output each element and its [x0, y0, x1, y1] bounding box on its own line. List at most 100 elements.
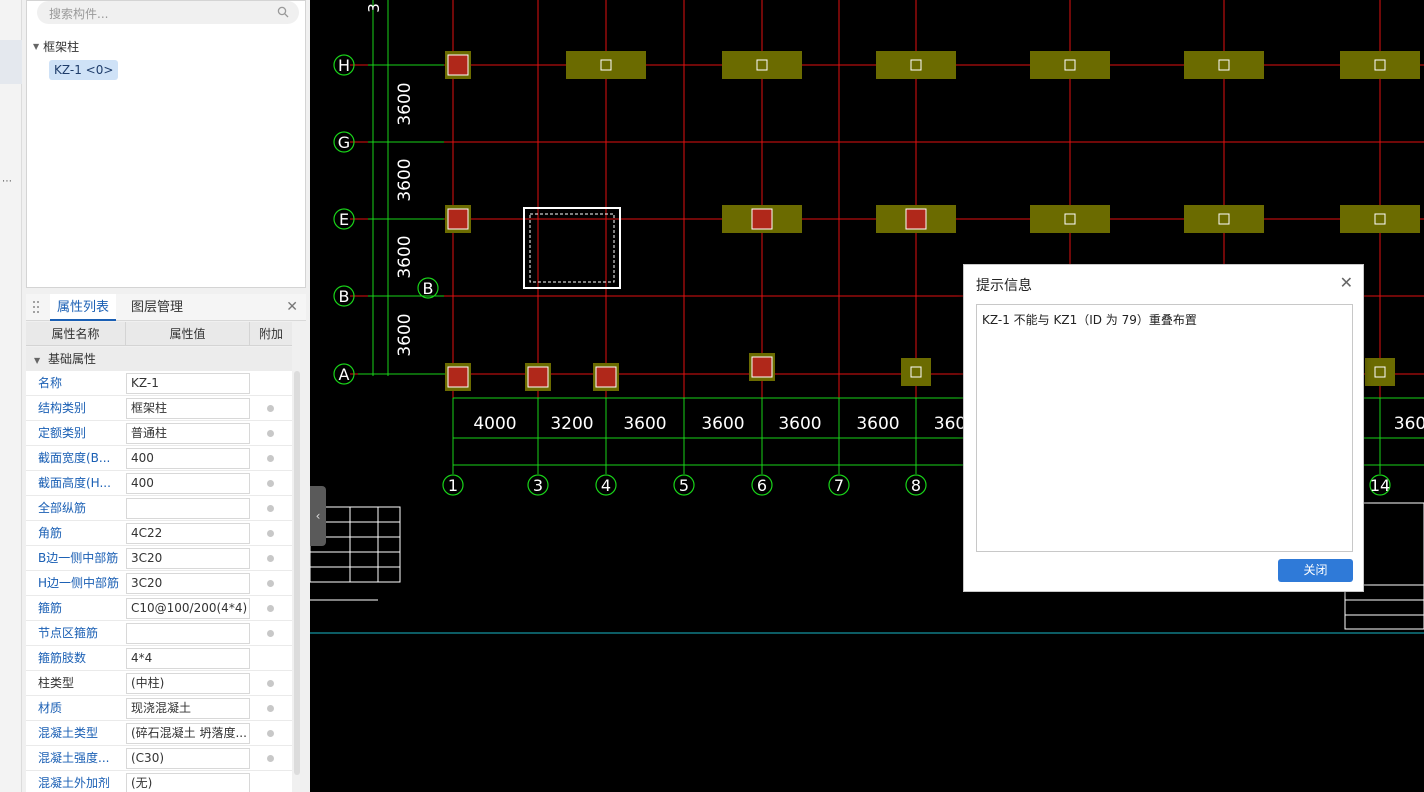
property-value-field[interactable]: (无) [126, 773, 250, 792]
partial-label: 3 [365, 3, 383, 13]
property-row: 角筋 4C22 [26, 521, 292, 546]
property-name: 箍筋肢数 [38, 651, 87, 665]
more-dots-icon[interactable]: ⋯ [2, 176, 12, 187]
row-axis-label: B [423, 279, 434, 298]
property-value-field[interactable]: (中柱) [126, 673, 250, 694]
property-value-field[interactable]: 4C22 [126, 523, 250, 544]
extra-checkbox[interactable] [267, 630, 274, 637]
dialog-message-box[interactable]: KZ-1 不能与 KZ1（ID 为 79）重叠布置 [976, 304, 1353, 552]
property-row: 节点区箍筋 [26, 621, 292, 646]
collapse-panel-button[interactable]: ‹ [310, 486, 326, 546]
property-value-field[interactable] [126, 498, 250, 519]
extra-checkbox[interactable] [267, 430, 274, 437]
selected-column-inner [529, 213, 615, 283]
property-table-header: 属性名称 属性值 附加 [26, 322, 292, 346]
property-name: 柱类型 [38, 676, 75, 690]
tab-layer-management[interactable]: 图层管理 [124, 294, 190, 321]
property-value-field[interactable]: 普通柱 [126, 423, 250, 444]
tree-group-frame-column[interactable]: ▼ 框架柱 [33, 38, 79, 55]
column-core [527, 366, 549, 388]
property-rows: 名称 KZ-1 结构类别 框架柱 定额类别 普通柱 截面宽度(B... 400 截面高度(H..… [26, 371, 292, 792]
extra-checkbox[interactable] [267, 555, 274, 562]
drag-grip-icon[interactable] [32, 300, 40, 314]
row-axis-label: A [339, 365, 350, 384]
property-row: 混凝土外加剂 (无) [26, 771, 292, 792]
extra-checkbox[interactable] [267, 755, 274, 762]
property-name: 名称 [38, 376, 63, 390]
property-value-field[interactable] [126, 623, 250, 644]
property-value-field[interactable]: (碎石混凝土 坍落度... [126, 723, 250, 744]
row-spacing-label: 3600 [395, 235, 415, 278]
column-pad [722, 51, 802, 79]
property-row: 柱类型 (中柱) [26, 671, 292, 696]
column-core [905, 208, 927, 230]
column-axis-label: 6 [757, 476, 767, 495]
property-row: 材质 现浇混凝土 [26, 696, 292, 721]
property-row: 箍筋肢数 4*4 [26, 646, 292, 671]
column-core [447, 366, 469, 388]
property-name: B边一侧中部筋 [38, 551, 119, 565]
property-name: 截面高度(H... [38, 476, 111, 490]
column-axis-label: 14 [1370, 476, 1390, 495]
column-core [595, 366, 617, 388]
header-extra: 附加 [258, 327, 283, 341]
column-pad [1340, 205, 1420, 233]
dialog-close-button[interactable]: 关闭 [1278, 559, 1353, 582]
property-value-field[interactable]: 3C20 [126, 573, 250, 594]
extra-checkbox[interactable] [267, 405, 274, 412]
search-icon[interactable] [277, 6, 289, 18]
column-pad [1184, 51, 1264, 79]
extra-checkbox[interactable] [267, 580, 274, 587]
tab-property-list[interactable]: 属性列表 [50, 294, 116, 321]
close-icon[interactable]: ✕ [286, 299, 298, 315]
extra-checkbox[interactable] [267, 505, 274, 512]
extra-checkbox[interactable] [267, 480, 274, 487]
extra-checkbox[interactable] [267, 730, 274, 737]
property-value-field[interactable]: C10@100/200(4*4) [126, 598, 250, 619]
property-row: 截面高度(H... 400 [26, 471, 292, 496]
property-name: 混凝土强度... [38, 751, 110, 765]
section-label: 基础属性 [47, 352, 96, 366]
dialog-message: KZ-1 不能与 KZ1（ID 为 79）重叠布置 [982, 313, 1197, 327]
left-toolbar-strip: ⋯ [0, 0, 22, 792]
property-section-basic[interactable]: ▼ 基础属性 [26, 347, 292, 371]
property-value-field[interactable]: 3C20 [126, 548, 250, 569]
property-name: 节点区箍筋 [38, 626, 99, 640]
property-value-field[interactable]: KZ-1 [126, 373, 250, 394]
left-toolbar-selected-item[interactable] [0, 40, 22, 84]
property-name: 截面宽度(B... [38, 451, 111, 465]
property-scrollbar[interactable] [294, 371, 300, 775]
column-core [751, 208, 773, 230]
extra-checkbox[interactable] [267, 530, 274, 537]
expand-triangle-icon[interactable]: ▼ [34, 356, 40, 365]
column-axis-label: 4 [601, 476, 611, 495]
property-value-field[interactable]: 400 [126, 473, 250, 494]
property-value-field[interactable]: (C30) [126, 748, 250, 769]
property-row: 箍筋 C10@100/200(4*4) [26, 596, 292, 621]
property-name: H边一侧中部筋 [38, 576, 120, 590]
property-row: B边一侧中部筋 3C20 [26, 546, 292, 571]
column-spacing-label: 3600 [623, 414, 666, 434]
tree-item-kz1[interactable]: KZ-1 <0> [49, 60, 119, 80]
property-value-field[interactable]: 400 [126, 448, 250, 469]
property-name: 定额类别 [38, 426, 87, 440]
property-value-field[interactable]: 框架柱 [126, 398, 250, 419]
property-value-field[interactable]: 4*4 [126, 648, 250, 669]
property-row: 名称 KZ-1 [26, 371, 292, 396]
row-axis-label: G [338, 133, 350, 152]
column-spacing-label: 3600 [701, 414, 744, 434]
property-row: 截面宽度(B... 400 [26, 446, 292, 471]
column-spacing-label: 3600 [778, 414, 821, 434]
extra-checkbox[interactable] [267, 680, 274, 687]
extra-checkbox[interactable] [267, 455, 274, 462]
property-value-field[interactable]: 现浇混凝土 [126, 698, 250, 719]
property-tab-bar: 属性列表 图层管理 ✕ [26, 294, 306, 321]
extra-checkbox[interactable] [267, 705, 274, 712]
expand-triangle-icon[interactable]: ▼ [33, 42, 39, 51]
close-icon[interactable]: ✕ [1340, 273, 1353, 292]
extra-checkbox[interactable] [267, 605, 274, 612]
column-core [447, 54, 469, 76]
column-pad [1365, 358, 1395, 386]
column-axis-label: 1 [448, 476, 458, 495]
component-search-input[interactable]: 搜索构件... [37, 1, 299, 24]
